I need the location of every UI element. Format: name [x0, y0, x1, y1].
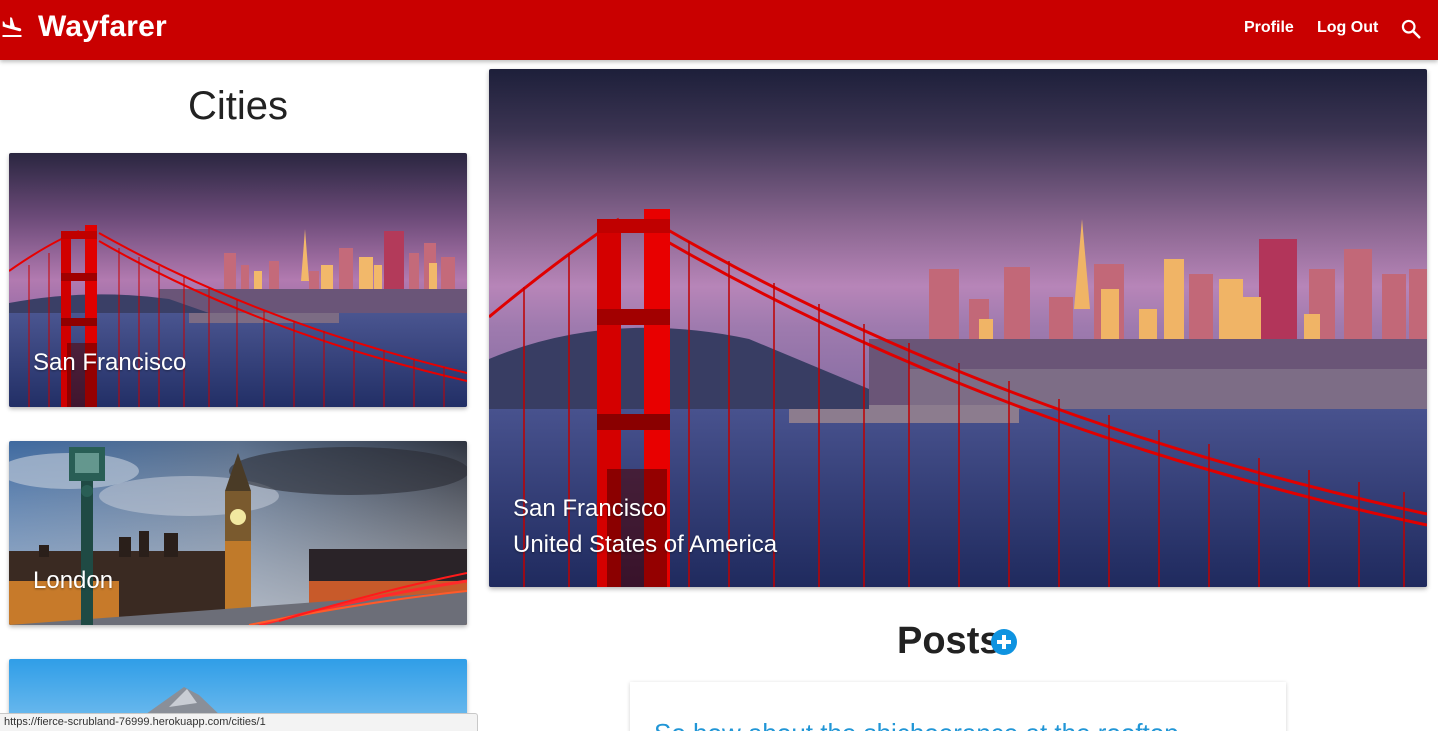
- city-card-title: San Francisco: [33, 349, 187, 376]
- profile-link[interactable]: Profile: [1244, 19, 1294, 37]
- top-navbar: Wayfarer Profile Log Out: [0, 0, 1438, 60]
- london-image: [9, 441, 467, 625]
- cities-heading: Cities: [187, 84, 289, 128]
- hero-city-name: San Francisco: [513, 495, 667, 522]
- brand-title[interactable]: Wayfarer: [38, 10, 167, 44]
- post-card: So how about the shichoerance at the roo…: [630, 682, 1286, 731]
- posts-heading: Posts: [897, 620, 1001, 662]
- post-title-link[interactable]: So how about the shichoerance at the roo…: [654, 718, 1179, 731]
- city-card-san-francisco[interactable]: San Francisco: [9, 153, 467, 407]
- city-card-london[interactable]: London: [9, 441, 467, 625]
- airplane-landing-icon: [2, 17, 22, 37]
- city-hero-image: San Francisco United States of America: [489, 69, 1427, 587]
- add-post-icon[interactable]: [991, 629, 1017, 655]
- city-card-title: London: [33, 567, 114, 594]
- search-icon[interactable]: [1400, 18, 1422, 40]
- logout-link[interactable]: Log Out: [1317, 19, 1378, 37]
- status-bar-url: https://fierce-scrubland-76999.herokuapp…: [0, 713, 478, 731]
- hero-country-name: United States of America: [513, 531, 778, 558]
